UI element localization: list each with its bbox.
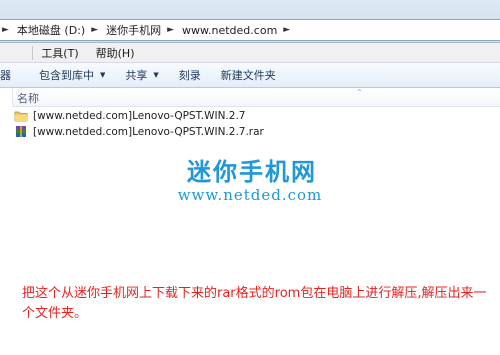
file-name: [www.netded.com]Lenovo-QPST.WIN.2.7.rar xyxy=(33,126,264,138)
menu-divider xyxy=(32,45,34,60)
menu-item-help[interactable]: 帮助(H) xyxy=(88,45,144,61)
rar-archive-icon xyxy=(16,126,26,137)
breadcrumb-folder[interactable]: 迷你手机网 xyxy=(104,20,163,40)
menu-bar: 工具(T) 工具(T) 帮助(H) xyxy=(0,43,500,63)
chevron-right-icon[interactable]: ► xyxy=(163,25,180,35)
list-item[interactable]: [www.netded.com]Lenovo-QPST.WIN.2.7 xyxy=(14,108,245,124)
breadcrumb-drive[interactable]: 本地磁盘 (D:) xyxy=(15,20,87,40)
watermark-url: www.netded.com xyxy=(177,186,323,204)
new-folder-button[interactable]: 新建文件夹 xyxy=(211,64,286,86)
sort-ascending-icon: ⌃ xyxy=(356,88,363,97)
share-label: 共享 xyxy=(125,69,148,82)
address-bar[interactable]: ► 本地磁盘 (D:) ► 迷你手机网 ► www.netded.com ► xyxy=(0,19,500,41)
command-toolbar: 器 包含到库中 ▼ 共享 ▼ 刻录 新建文件夹 xyxy=(0,63,500,88)
folder-icon xyxy=(14,111,28,122)
menu-item-tools[interactable]: 工具(T) xyxy=(41,45,87,61)
share-button[interactable]: 共享 ▼ xyxy=(115,64,168,86)
burn-button[interactable]: 刻录 xyxy=(169,64,211,86)
breadcrumb-current[interactable]: www.netded.com xyxy=(180,20,279,40)
chevron-right-icon[interactable]: ► xyxy=(87,25,104,35)
instruction-note: 把这个从迷你手机网上下载下来的rar格式的rom包在电脑上进行解压,解压出来一个… xyxy=(22,286,487,321)
list-item[interactable]: [www.netded.com]Lenovo-QPST.WIN.2.7.rar xyxy=(14,124,264,140)
chevron-right-icon[interactable]: ► xyxy=(279,25,296,35)
caret-down-icon: ▼ xyxy=(153,71,159,79)
caret-down-icon: ▼ xyxy=(100,71,106,79)
address-bar-region: ► 本地磁盘 (D:) ► 迷你手机网 ► www.netded.com ► xyxy=(0,0,500,43)
include-in-library-button[interactable]: 包含到库中 ▼ xyxy=(29,64,115,86)
watermark-title: 迷你手机网 xyxy=(187,158,317,186)
organize-button-truncated[interactable]: 器 xyxy=(0,64,29,86)
column-header-label: 名称 xyxy=(17,92,39,105)
column-header-name[interactable]: 名称 ⌃ xyxy=(12,88,500,107)
chevron-right-icon[interactable]: ► xyxy=(0,25,15,35)
file-name: [www.netded.com]Lenovo-QPST.WIN.2.7 xyxy=(33,110,246,122)
include-in-library-label: 包含到库中 xyxy=(39,69,94,82)
